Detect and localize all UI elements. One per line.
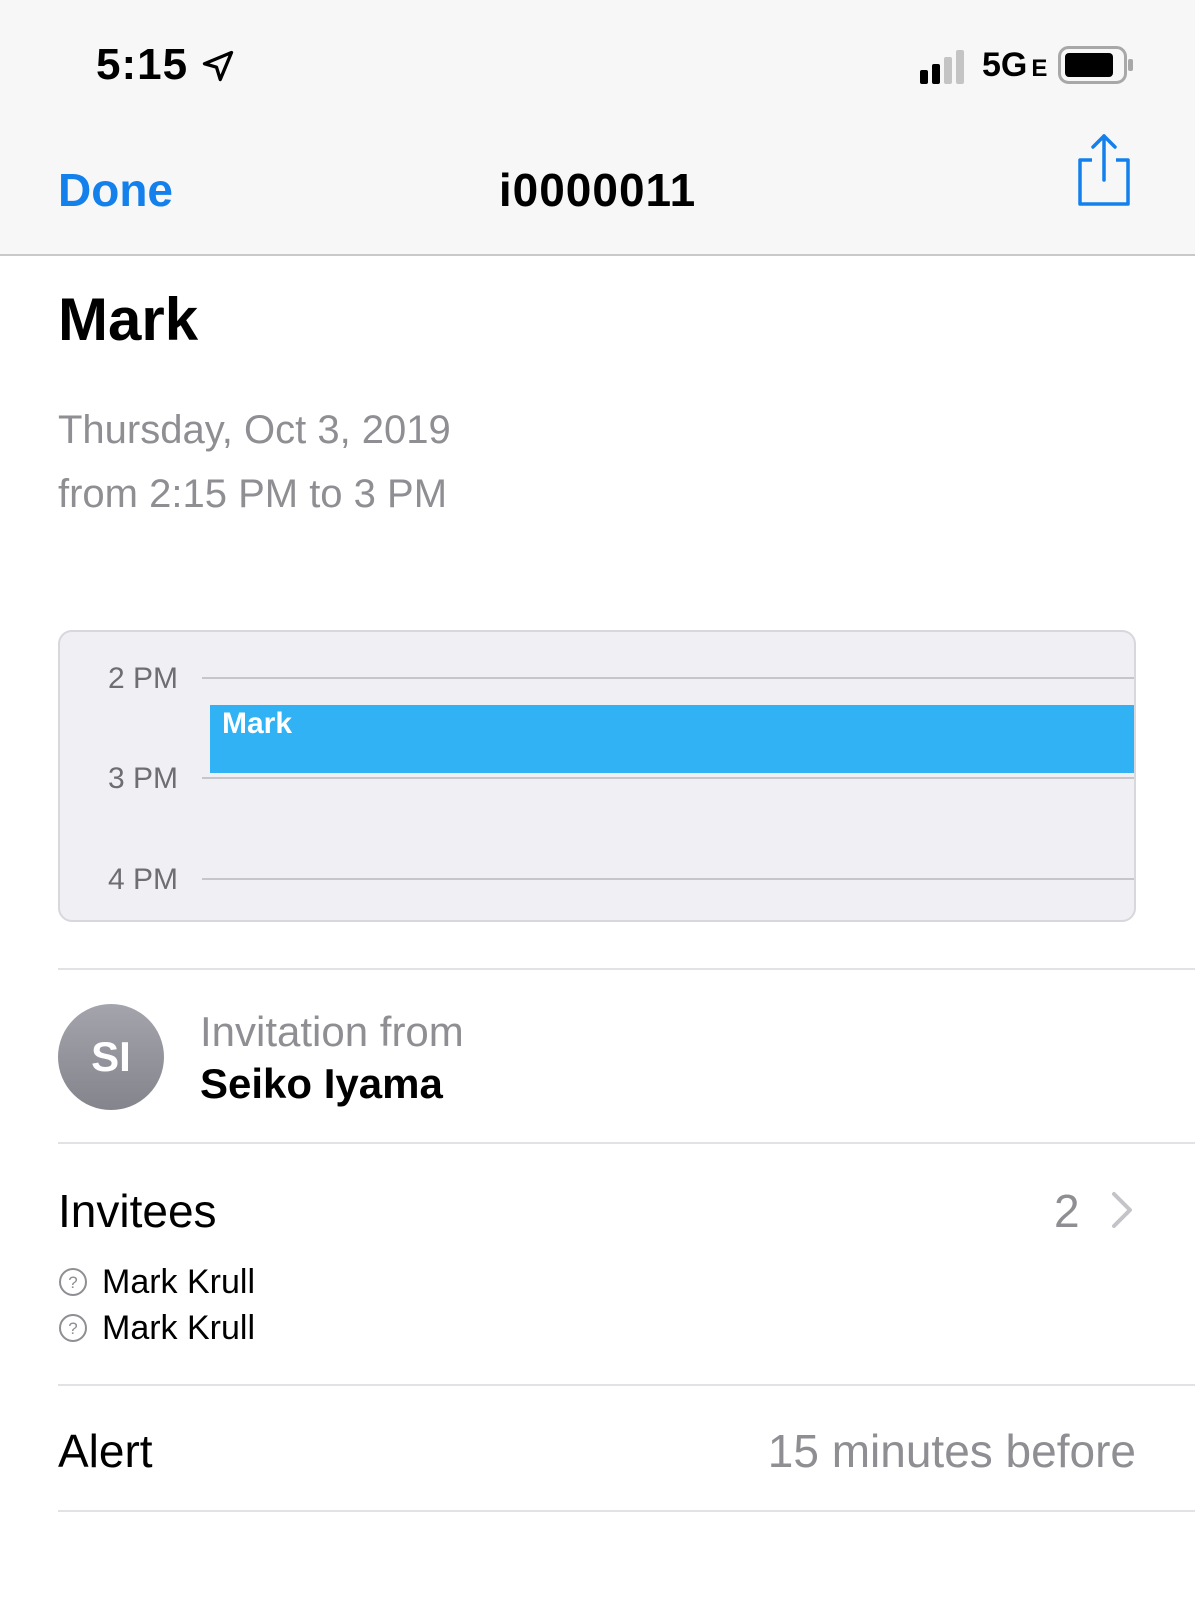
location-arrow-icon — [202, 50, 234, 82]
hour-label: 3 PM — [108, 762, 179, 795]
event-title: Mark — [58, 286, 199, 353]
divider — [58, 968, 1195, 970]
cellular-signal-icon — [920, 50, 964, 84]
event-date: Thursday, Oct 3, 2019 — [58, 408, 451, 452]
question-circle-icon: ? — [59, 1268, 87, 1296]
battery-icon — [1058, 46, 1133, 84]
hour-line — [202, 677, 1134, 679]
invitee-item[interactable]: ? Mark Krull — [58, 1262, 255, 1302]
status-time: 5:15 — [96, 40, 189, 89]
hour-line — [202, 777, 1134, 779]
calendar-event-block[interactable]: Mark — [210, 705, 1134, 773]
invitees-label: Invitees — [58, 1185, 217, 1237]
hour-label: 2 PM — [108, 662, 179, 695]
calendar-preview[interactable]: 2 PM Mark 3 PM 4 PM — [58, 630, 1136, 922]
network-type: 5G E — [982, 46, 1048, 84]
hour-line — [202, 878, 1134, 880]
event-time-range: from 2:15 PM to 3 PM — [58, 472, 448, 516]
organizer-name[interactable]: Seiko Iyama — [200, 1060, 443, 1108]
invitee-name: Mark Krull — [102, 1308, 256, 1347]
invitee-name: Mark Krull — [102, 1262, 256, 1301]
invitation-label: Invitation from — [200, 1008, 464, 1055]
calendar-event-label: Mark — [222, 707, 293, 740]
svg-text:?: ? — [68, 1273, 77, 1292]
invitees-count: 2 — [1054, 1185, 1080, 1237]
divider — [58, 1384, 1195, 1386]
svg-text:?: ? — [68, 1319, 77, 1338]
invitee-item[interactable]: ? Mark Krull — [58, 1308, 255, 1348]
question-circle-icon: ? — [59, 1314, 87, 1342]
share-icon[interactable] — [1074, 132, 1134, 208]
nav-title: i0000011 — [498, 164, 697, 216]
divider — [58, 1142, 1195, 1144]
hour-label: 4 PM — [108, 863, 179, 896]
avatar: SI — [58, 1004, 164, 1110]
chevron-right-icon — [1112, 1192, 1132, 1228]
top-bar: 5:15 5G E Done i0000011 — [0, 0, 1195, 256]
divider — [58, 1510, 1195, 1512]
alert-value: 15 minutes before — [767, 1425, 1136, 1477]
alert-label: Alert — [58, 1425, 153, 1477]
